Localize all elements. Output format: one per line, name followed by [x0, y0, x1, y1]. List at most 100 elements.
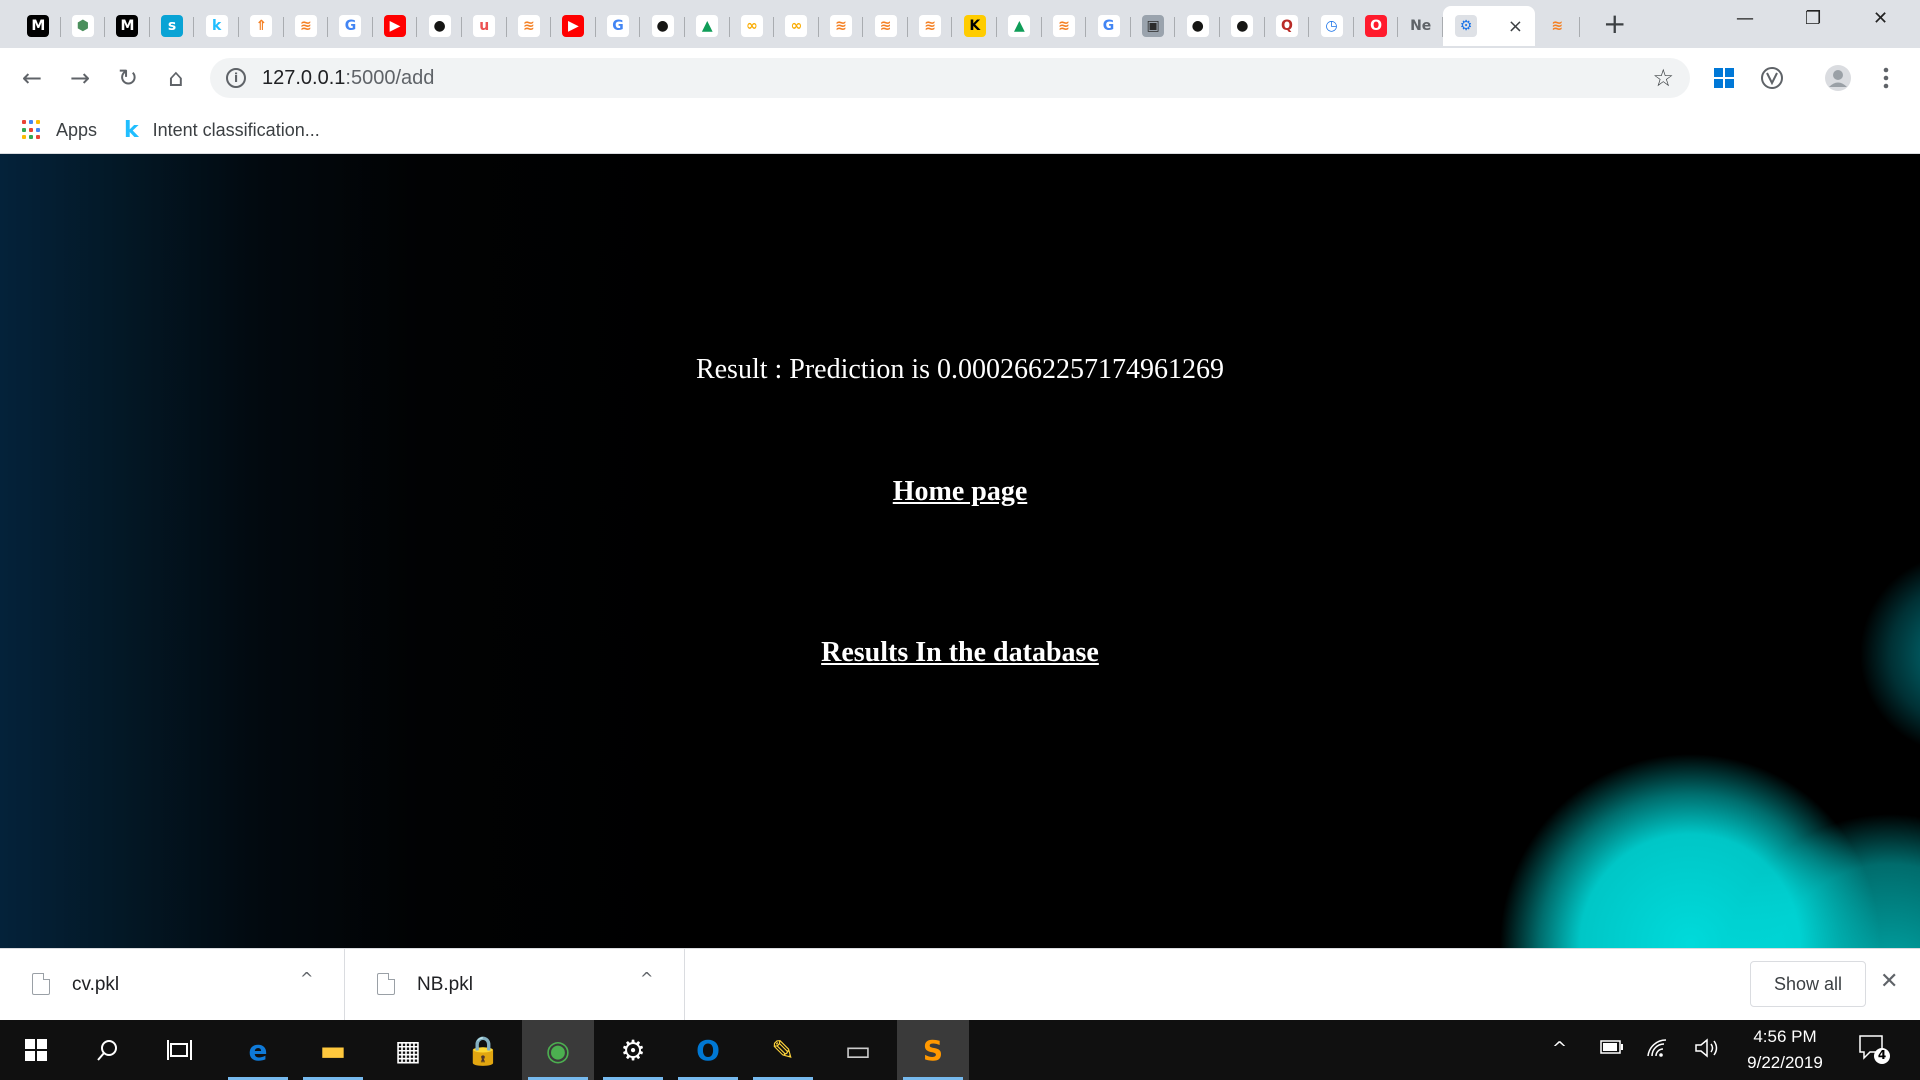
taskbar-app[interactable]: ◉ — [522, 1020, 594, 1080]
taskbar-app[interactable]: ▦ — [372, 1020, 444, 1080]
browser-tab[interactable]: Q — [1265, 6, 1310, 46]
browser-tab[interactable]: ≋ — [507, 6, 552, 46]
results-database-link[interactable]: Results In the database — [821, 637, 1099, 668]
reload-button[interactable]: ↻ — [112, 62, 144, 94]
browser-tab-active[interactable]: ⚙ × — [1443, 6, 1535, 46]
browser-tab[interactable]: ≋ — [819, 6, 864, 46]
home-page-link-wrapper: Home page — [0, 476, 1920, 508]
profile-avatar-icon[interactable] — [1824, 64, 1852, 92]
taskbar-app[interactable]: ✎ — [747, 1020, 819, 1080]
outlook-icon: O — [696, 1033, 720, 1067]
browser-tab[interactable]: ● — [1175, 6, 1220, 46]
v-extension-icon[interactable] — [1758, 64, 1786, 92]
browser-tab[interactable]: ◷ — [1309, 6, 1354, 46]
url-text[interactable]: 127.0.0.1:5000/add — [262, 67, 434, 90]
browser-tab[interactable]: ⬢ — [61, 6, 106, 46]
download-item[interactable]: cv.pkl ^ — [0, 949, 345, 1021]
browser-tab[interactable]: K — [952, 6, 997, 46]
browser-tab[interactable]: u — [462, 6, 507, 46]
file-explorer-icon: ▬ — [319, 1033, 347, 1067]
browser-tab[interactable]: ● — [417, 6, 462, 46]
close-window-button[interactable]: ✕ — [1873, 8, 1888, 29]
browser-tab[interactable]: ≋ — [1535, 6, 1580, 46]
minimize-button[interactable]: — — [1736, 8, 1754, 29]
browser-tab[interactable]: k — [194, 6, 239, 46]
browser-tab[interactable]: ∞ — [730, 6, 775, 46]
restore-button[interactable]: ❐ — [1805, 8, 1821, 29]
clock[interactable]: 4:56 PM 9/22/2019 — [1730, 1024, 1840, 1076]
start-button[interactable] — [0, 1020, 72, 1080]
browser-tab[interactable]: ▣ — [1131, 6, 1176, 46]
bookmarks-bar: Apps k Intent classification... — [0, 108, 1920, 154]
search-button[interactable] — [72, 1020, 144, 1080]
python-icon: ✎ — [771, 1033, 795, 1067]
close-shelf-button[interactable]: ✕ — [1880, 969, 1898, 994]
home-button[interactable]: ⌂ — [160, 62, 192, 94]
terminal-icon: ▭ — [844, 1033, 872, 1067]
browser-tab[interactable]: G — [328, 6, 373, 46]
new-tab-button[interactable]: + — [1603, 10, 1626, 38]
browser-tab[interactable]: ● — [640, 6, 685, 46]
chevron-up-icon[interactable]: ^ — [300, 969, 313, 988]
forward-button[interactable]: → — [64, 62, 96, 94]
avatar-image-icon: ▣ — [1142, 15, 1165, 37]
show-all-button[interactable]: Show all — [1750, 961, 1866, 1007]
download-item[interactable]: NB.pkl ^ — [345, 949, 685, 1021]
browser-tab[interactable]: ≋ — [1042, 6, 1087, 46]
prediction-result: Result : Prediction is 0.000266225717496… — [695, 354, 1225, 385]
hexagon-icon: ⬢ — [71, 15, 94, 37]
browser-tab[interactable]: G — [1086, 6, 1131, 46]
taskbar-app[interactable]: S — [897, 1020, 969, 1080]
arrow-up-icon: ⇑ — [250, 15, 273, 37]
taskbar-app[interactable]: ▭ — [822, 1020, 894, 1080]
browser-tab[interactable]: ∞ — [774, 6, 819, 46]
google-icon: G — [607, 15, 630, 37]
tray-chevron-icon[interactable]: ^ — [1552, 1038, 1567, 1059]
volume-icon[interactable] — [1694, 1038, 1720, 1063]
task-view-button[interactable] — [144, 1020, 216, 1080]
browser-tab[interactable]: G — [596, 6, 641, 46]
browser-tab[interactable]: M — [105, 6, 150, 46]
menu-kebab-icon[interactable] — [1872, 64, 1900, 92]
browser-tab[interactable]: s — [150, 6, 195, 46]
taskbar-app[interactable]: O — [672, 1020, 744, 1080]
back-button[interactable]: ← — [16, 62, 48, 94]
address-bar[interactable]: i 127.0.0.1:5000/add ☆ — [210, 58, 1690, 98]
download-shelf: cv.pkl ^ NB.pkl ^ Show all ✕ — [0, 948, 1920, 1021]
site-info-icon[interactable]: i — [226, 68, 246, 88]
browser-tab[interactable]: ▶ — [373, 6, 418, 46]
close-tab-icon[interactable]: × — [1508, 16, 1523, 37]
google-icon: G — [339, 15, 362, 37]
browser-tab[interactable]: ▶ — [551, 6, 596, 46]
browser-tab[interactable]: ≋ — [863, 6, 908, 46]
bookmark-apps[interactable]: Apps — [22, 116, 97, 144]
home-page-link[interactable]: Home page — [893, 476, 1028, 507]
github-icon: ● — [651, 15, 674, 37]
browser-tab[interactable]: ≋ — [908, 6, 953, 46]
download-filename: NB.pkl — [417, 974, 473, 995]
wifi-icon[interactable] — [1646, 1038, 1670, 1063]
browser-tab[interactable]: O — [1354, 6, 1399, 46]
medium-icon: M — [116, 15, 139, 37]
browser-tab[interactable]: ▲ — [685, 6, 730, 46]
taskbar-app[interactable]: ▬ — [297, 1020, 369, 1080]
browser-tab[interactable]: M — [16, 6, 61, 46]
chevron-up-icon[interactable]: ^ — [640, 969, 653, 988]
browser-tab[interactable]: ⇑ — [239, 6, 284, 46]
browser-tab[interactable]: ▲ — [997, 6, 1042, 46]
youtube-icon: ▶ — [562, 15, 585, 37]
action-center-icon[interactable]: 4 — [1858, 1034, 1892, 1071]
youtube-icon: ▶ — [384, 15, 407, 37]
browser-tab[interactable]: ≋ — [284, 6, 329, 46]
browser-tab[interactable]: Ne — [1398, 6, 1443, 46]
bookmark-intent-classification[interactable]: k Intent classification... — [124, 116, 320, 144]
windows-extension-icon[interactable] — [1710, 64, 1738, 92]
windows-logo-icon — [25, 1039, 47, 1061]
taskbar-app[interactable]: 🔒 — [447, 1020, 519, 1080]
bookmark-star-icon[interactable]: ☆ — [1652, 64, 1674, 92]
taskbar-app[interactable]: ⚙ — [597, 1020, 669, 1080]
taskbar-app[interactable]: e — [222, 1020, 294, 1080]
url-path: :5000/add — [345, 67, 435, 89]
battery-icon[interactable] — [1600, 1038, 1624, 1059]
browser-tab[interactable]: ● — [1220, 6, 1265, 46]
